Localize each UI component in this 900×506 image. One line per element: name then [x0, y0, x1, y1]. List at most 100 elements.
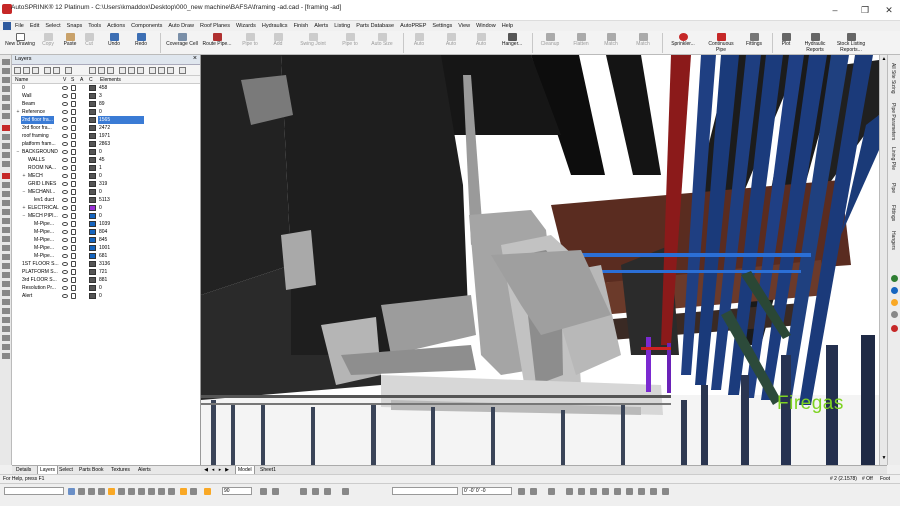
- menu-item-help[interactable]: Help: [502, 23, 513, 29]
- selectable-icon[interactable]: [71, 101, 76, 107]
- swing-joint-button[interactable]: Swing Joint: [296, 32, 330, 54]
- side-tab-lining-pile[interactable]: Lining Pile: [890, 147, 896, 170]
- status-blue-icon[interactable]: [891, 287, 898, 294]
- layer-row[interactable]: − BACKGROUND 0: [12, 148, 201, 156]
- selectable-icon[interactable]: [71, 181, 76, 187]
- stock-listing-reports-button[interactable]: Stock Listing Reports...: [834, 32, 868, 54]
- layer-color-swatch[interactable]: [89, 101, 96, 107]
- layer-row[interactable]: − MECHANI... 0: [12, 188, 201, 196]
- layer-row[interactable]: M-Pipe... 804: [12, 228, 201, 236]
- layer-name[interactable]: Reference: [21, 108, 46, 116]
- layer-props-icon[interactable]: [32, 67, 39, 74]
- continuous-pipe-button[interactable]: Continuous Pipe: [704, 32, 738, 54]
- track-icon[interactable]: [118, 488, 125, 495]
- fillet-tool-icon[interactable]: [2, 353, 10, 359]
- polar-icon[interactable]: [98, 488, 105, 495]
- col-select[interactable]: S: [71, 77, 74, 83]
- visibility-eye-icon[interactable]: [62, 294, 68, 298]
- auto-2-button[interactable]: Auto: [440, 32, 462, 54]
- layer-name[interactable]: M-Pipe...: [33, 244, 55, 252]
- layer-color-swatch[interactable]: [89, 109, 96, 115]
- offset-tool-icon[interactable]: [2, 344, 10, 350]
- selectable-icon[interactable]: [71, 125, 76, 131]
- layer-name[interactable]: ROOM NA...: [27, 164, 57, 172]
- new-drawing-button[interactable]: New Drawing: [5, 32, 35, 54]
- sheet-first-icon[interactable]: ◀: [203, 467, 209, 474]
- rectangle-tool-icon[interactable]: [2, 95, 10, 101]
- visibility-eye-icon[interactable]: [62, 238, 68, 242]
- selectable-icon[interactable]: [71, 157, 76, 163]
- lineweight-icon[interactable]: [138, 488, 145, 495]
- layer-thaw-icon[interactable]: [128, 67, 135, 74]
- dyn-icon[interactable]: [128, 488, 135, 495]
- side-tab-hangers[interactable]: Hangers: [890, 231, 896, 250]
- select-tool-icon[interactable]: [2, 59, 10, 65]
- maximize-icon[interactable]: ❐: [854, 2, 876, 18]
- side-tab-all-site-sizing[interactable]: All Site Sizing: [890, 63, 896, 94]
- extend-tool-icon[interactable]: [2, 335, 10, 341]
- layer-row[interactable]: 1ST FLOOR S... 3136: [12, 260, 201, 268]
- menu-item-view[interactable]: View: [458, 23, 470, 29]
- selectable-icon[interactable]: [71, 85, 76, 91]
- layer-row[interactable]: + MECH 0: [12, 172, 201, 180]
- layer-color-swatch[interactable]: [89, 117, 96, 123]
- layer-name[interactable]: M-Pipe...: [33, 220, 55, 228]
- selection-icon[interactable]: [158, 488, 165, 495]
- visibility-eye-icon[interactable]: [62, 246, 68, 250]
- flatten-button[interactable]: Flatten: [570, 32, 592, 54]
- grid-icon[interactable]: [78, 488, 85, 495]
- layer-name[interactable]: 3rd FLOOR S...: [21, 276, 58, 284]
- col-name[interactable]: Name: [15, 77, 28, 83]
- zoom-field[interactable]: 90: [222, 487, 252, 495]
- target-icon[interactable]: [530, 488, 537, 495]
- close-icon[interactable]: ✕: [878, 2, 900, 18]
- visibility-eye-icon[interactable]: [62, 158, 68, 162]
- hatch-tool-icon[interactable]: [2, 254, 10, 260]
- visibility-eye-icon[interactable]: [62, 94, 68, 98]
- layer-row[interactable]: Wall 3: [12, 92, 201, 100]
- layer-up-icon[interactable]: [44, 67, 51, 74]
- col-visible[interactable]: V: [63, 77, 66, 83]
- folder-icon[interactable]: [204, 488, 211, 495]
- print-small-icon[interactable]: [614, 488, 621, 495]
- menu-item-wizards[interactable]: Wizards: [236, 23, 256, 29]
- layer-color-swatch[interactable]: [89, 213, 96, 219]
- measure-small-icon[interactable]: [650, 488, 657, 495]
- array-tool-icon[interactable]: [2, 290, 10, 296]
- layer-print-icon[interactable]: [167, 67, 174, 74]
- side-tab-fittings[interactable]: Fittings: [890, 205, 896, 221]
- auto-button[interactable]: Auto: [408, 32, 430, 54]
- menu-item-edit[interactable]: Edit: [30, 23, 39, 29]
- layer-row[interactable]: + Reference 0: [12, 108, 201, 116]
- menu-item-listing[interactable]: Listing: [334, 23, 350, 29]
- arrow-down-icon[interactable]: [312, 488, 319, 495]
- 3d-viewport[interactable]: Firegas: [201, 55, 879, 465]
- layer-name[interactable]: MECH PIPI...: [27, 212, 59, 220]
- layer-name[interactable]: WALLS: [27, 156, 46, 164]
- undo-small-icon[interactable]: [260, 488, 267, 495]
- layer-color-swatch[interactable]: [89, 277, 96, 283]
- model-icon[interactable]: [148, 488, 155, 495]
- layer-name[interactable]: PLATFORM S...: [21, 268, 59, 276]
- redo-button[interactable]: Redo: [130, 32, 152, 54]
- layer-color-swatch[interactable]: [89, 285, 96, 291]
- settings-small-icon[interactable]: [602, 488, 609, 495]
- layers-small-icon[interactable]: [590, 488, 597, 495]
- layer-row[interactable]: lev1 duct 5113: [12, 196, 201, 204]
- layer-row[interactable]: + ELECTRICAL 0: [12, 204, 201, 212]
- selectable-icon[interactable]: [71, 213, 76, 219]
- view-icon[interactable]: [548, 488, 555, 495]
- layer-color-swatch[interactable]: [89, 253, 96, 259]
- layer-color-swatch[interactable]: [89, 189, 96, 195]
- layer-group-icon[interactable]: [89, 67, 96, 74]
- zoom-tool-icon[interactable]: [2, 200, 10, 206]
- cube-icon[interactable]: [578, 488, 585, 495]
- arrow-left-icon[interactable]: [324, 488, 331, 495]
- polyline-tool-icon[interactable]: [2, 104, 10, 110]
- menu-item-settings[interactable]: Settings: [432, 23, 452, 29]
- visibility-eye-icon[interactable]: [62, 102, 68, 106]
- layer-name[interactable]: platform fram...: [21, 140, 57, 148]
- plot-button[interactable]: Plot: [777, 32, 795, 54]
- col-elements[interactable]: Elements: [100, 77, 121, 83]
- mirror-tool-icon[interactable]: [2, 299, 10, 305]
